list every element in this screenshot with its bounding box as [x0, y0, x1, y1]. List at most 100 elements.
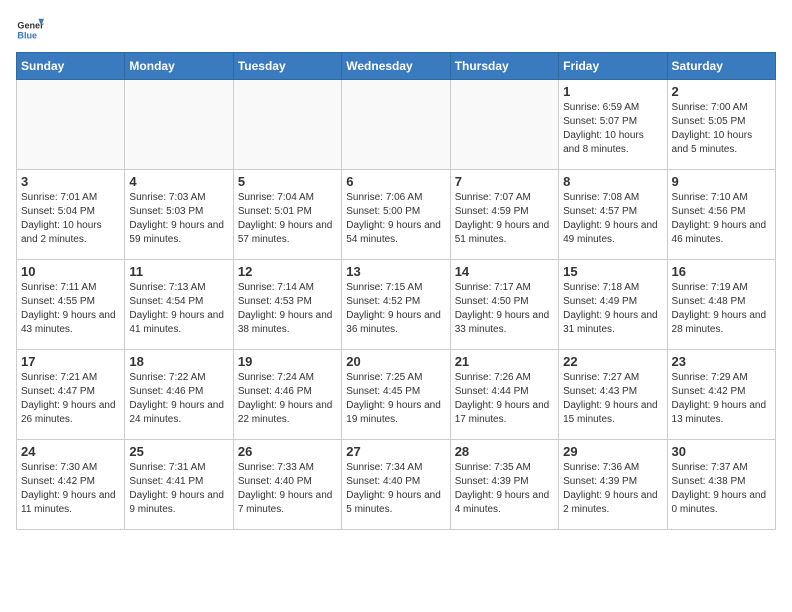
day-number: 6	[346, 174, 445, 189]
day-info: Sunrise: 7:17 AM Sunset: 4:50 PM Dayligh…	[455, 281, 554, 337]
calendar-cell: 29 Sunrise: 7:36 AM Sunset: 4:39 PM Dayli…	[559, 440, 667, 530]
day-number: 14	[455, 264, 554, 279]
day-number: 11	[129, 264, 228, 279]
calendar-cell: 21 Sunrise: 7:26 AM Sunset: 4:44 PM Dayli…	[450, 350, 558, 440]
calendar-cell: 5Sunrise: 7:04 AM Sunset: 5:01 PM Daylig…	[233, 170, 341, 260]
day-number: 21	[455, 354, 554, 369]
day-info: Sunrise: 6:59 AM Sunset: 5:07 PM Dayligh…	[563, 101, 662, 157]
day-number: 16	[672, 264, 771, 279]
day-info: Sunrise: 7:31 AM Sunset: 4:41 PM Dayligh…	[129, 461, 228, 517]
calendar-cell: 30 Sunrise: 7:37 AM Sunset: 4:38 PM Dayli…	[667, 440, 775, 530]
day-of-week-header: Tuesday	[233, 53, 341, 80]
day-info: Sunrise: 7:10 AM Sunset: 4:56 PM Dayligh…	[672, 191, 771, 247]
day-number: 17	[21, 354, 120, 369]
calendar-cell: 10 Sunrise: 7:11 AM Sunset: 4:55 PM Dayli…	[17, 260, 125, 350]
logo-icon: General Blue	[16, 16, 44, 44]
day-number: 20	[346, 354, 445, 369]
day-number: 24	[21, 444, 120, 459]
calendar-cell: 18 Sunrise: 7:22 AM Sunset: 4:46 PM Dayli…	[125, 350, 233, 440]
day-number: 27	[346, 444, 445, 459]
calendar-cell	[17, 80, 125, 170]
day-number: 8	[563, 174, 662, 189]
day-number: 29	[563, 444, 662, 459]
day-info: Sunrise: 7:35 AM Sunset: 4:39 PM Dayligh…	[455, 461, 554, 517]
calendar-cell: 2Sunrise: 7:00 AM Sunset: 5:05 PM Daylig…	[667, 80, 775, 170]
calendar-cell: 15 Sunrise: 7:18 AM Sunset: 4:49 PM Dayli…	[559, 260, 667, 350]
day-info: Sunrise: 7:37 AM Sunset: 4:38 PM Dayligh…	[672, 461, 771, 517]
day-of-week-header: Thursday	[450, 53, 558, 80]
calendar-cell: 17 Sunrise: 7:21 AM Sunset: 4:47 PM Dayli…	[17, 350, 125, 440]
day-info: Sunrise: 7:26 AM Sunset: 4:44 PM Dayligh…	[455, 371, 554, 427]
calendar-week-row: 10 Sunrise: 7:11 AM Sunset: 4:55 PM Dayli…	[17, 260, 776, 350]
day-of-week-header: Wednesday	[342, 53, 450, 80]
day-info: Sunrise: 7:07 AM Sunset: 4:59 PM Dayligh…	[455, 191, 554, 247]
day-info: Sunrise: 7:29 AM Sunset: 4:42 PM Dayligh…	[672, 371, 771, 427]
calendar-cell	[450, 80, 558, 170]
day-number: 15	[563, 264, 662, 279]
day-info: Sunrise: 7:21 AM Sunset: 4:47 PM Dayligh…	[21, 371, 120, 427]
calendar-cell	[342, 80, 450, 170]
calendar-table: SundayMondayTuesdayWednesdayThursdayFrid…	[16, 52, 776, 530]
page-header: General Blue	[16, 16, 776, 44]
day-number: 22	[563, 354, 662, 369]
day-info: Sunrise: 7:14 AM Sunset: 4:53 PM Dayligh…	[238, 281, 337, 337]
day-of-week-header: Friday	[559, 53, 667, 80]
calendar-header-row: SundayMondayTuesdayWednesdayThursdayFrid…	[17, 53, 776, 80]
day-number: 23	[672, 354, 771, 369]
calendar-cell: 20 Sunrise: 7:25 AM Sunset: 4:45 PM Dayli…	[342, 350, 450, 440]
calendar-cell: 23 Sunrise: 7:29 AM Sunset: 4:42 PM Dayli…	[667, 350, 775, 440]
day-number: 2	[672, 84, 771, 99]
day-number: 9	[672, 174, 771, 189]
day-info: Sunrise: 7:11 AM Sunset: 4:55 PM Dayligh…	[21, 281, 120, 337]
day-number: 26	[238, 444, 337, 459]
day-info: Sunrise: 7:33 AM Sunset: 4:40 PM Dayligh…	[238, 461, 337, 517]
day-info: Sunrise: 7:19 AM Sunset: 4:48 PM Dayligh…	[672, 281, 771, 337]
day-number: 28	[455, 444, 554, 459]
calendar-cell: 28 Sunrise: 7:35 AM Sunset: 4:39 PM Dayli…	[450, 440, 558, 530]
day-info: Sunrise: 7:27 AM Sunset: 4:43 PM Dayligh…	[563, 371, 662, 427]
day-number: 1	[563, 84, 662, 99]
calendar-week-row: 3 Sunrise: 7:01 AM Sunset: 5:04 PM Daylig…	[17, 170, 776, 260]
calendar-cell: 4 Sunrise: 7:03 AM Sunset: 5:03 PM Daylig…	[125, 170, 233, 260]
day-of-week-header: Monday	[125, 53, 233, 80]
day-number: 7	[455, 174, 554, 189]
day-info: Sunrise: 7:25 AM Sunset: 4:45 PM Dayligh…	[346, 371, 445, 427]
day-number: 18	[129, 354, 228, 369]
calendar-week-row: 24 Sunrise: 7:30 AM Sunset: 4:42 PM Dayli…	[17, 440, 776, 530]
calendar-cell: 3 Sunrise: 7:01 AM Sunset: 5:04 PM Daylig…	[17, 170, 125, 260]
day-info: Sunrise: 7:36 AM Sunset: 4:39 PM Dayligh…	[563, 461, 662, 517]
day-info: Sunrise: 7:18 AM Sunset: 4:49 PM Dayligh…	[563, 281, 662, 337]
day-info: Sunrise: 7:01 AM Sunset: 5:04 PM Dayligh…	[21, 191, 120, 247]
calendar-cell: 13Sunrise: 7:15 AM Sunset: 4:52 PM Dayli…	[342, 260, 450, 350]
calendar-cell: 27 Sunrise: 7:34 AM Sunset: 4:40 PM Dayli…	[342, 440, 450, 530]
svg-text:Blue: Blue	[17, 30, 37, 40]
calendar-cell: 16 Sunrise: 7:19 AM Sunset: 4:48 PM Dayli…	[667, 260, 775, 350]
day-info: Sunrise: 7:34 AM Sunset: 4:40 PM Dayligh…	[346, 461, 445, 517]
day-number: 3	[21, 174, 120, 189]
calendar-cell: 24 Sunrise: 7:30 AM Sunset: 4:42 PM Dayli…	[17, 440, 125, 530]
calendar-cell: 14 Sunrise: 7:17 AM Sunset: 4:50 PM Dayli…	[450, 260, 558, 350]
calendar-cell: 9 Sunrise: 7:10 AM Sunset: 4:56 PM Daylig…	[667, 170, 775, 260]
day-info: Sunrise: 7:06 AM Sunset: 5:00 PM Dayligh…	[346, 191, 445, 247]
day-info: Sunrise: 7:08 AM Sunset: 4:57 PM Dayligh…	[563, 191, 662, 247]
day-number: 10	[21, 264, 120, 279]
calendar-cell: 25 Sunrise: 7:31 AM Sunset: 4:41 PM Dayli…	[125, 440, 233, 530]
day-number: 12	[238, 264, 337, 279]
day-info: Sunrise: 7:22 AM Sunset: 4:46 PM Dayligh…	[129, 371, 228, 427]
calendar-cell: 6 Sunrise: 7:06 AM Sunset: 5:00 PM Daylig…	[342, 170, 450, 260]
day-number: 30	[672, 444, 771, 459]
calendar-cell: 26 Sunrise: 7:33 AM Sunset: 4:40 PM Dayli…	[233, 440, 341, 530]
day-info: Sunrise: 7:30 AM Sunset: 4:42 PM Dayligh…	[21, 461, 120, 517]
day-info: Sunrise: 7:03 AM Sunset: 5:03 PM Dayligh…	[129, 191, 228, 247]
day-of-week-header: Sunday	[17, 53, 125, 80]
calendar-week-row: 17 Sunrise: 7:21 AM Sunset: 4:47 PM Dayli…	[17, 350, 776, 440]
day-number: 5	[238, 174, 337, 189]
day-of-week-header: Saturday	[667, 53, 775, 80]
calendar-cell: 1 Sunrise: 6:59 AM Sunset: 5:07 PM Daylig…	[559, 80, 667, 170]
day-number: 25	[129, 444, 228, 459]
calendar-cell: 7 Sunrise: 7:07 AM Sunset: 4:59 PM Daylig…	[450, 170, 558, 260]
calendar-cell: 12 Sunrise: 7:14 AM Sunset: 4:53 PM Dayli…	[233, 260, 341, 350]
day-number: 4	[129, 174, 228, 189]
calendar-cell: 11Sunrise: 7:13 AM Sunset: 4:54 PM Dayli…	[125, 260, 233, 350]
calendar-cell: 22 Sunrise: 7:27 AM Sunset: 4:43 PM Dayli…	[559, 350, 667, 440]
